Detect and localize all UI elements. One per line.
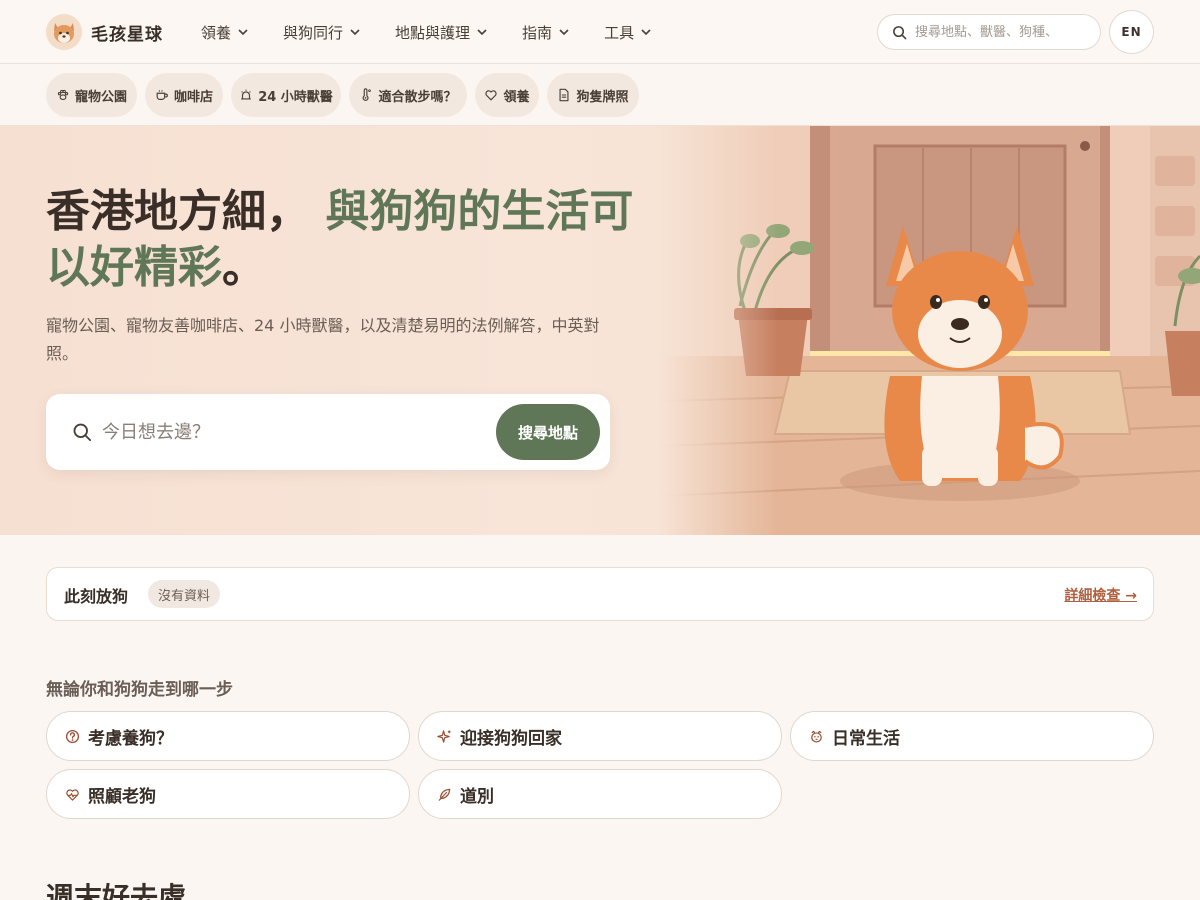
menu-item-label: 工具 bbox=[604, 23, 635, 42]
question-circle-icon bbox=[65, 729, 80, 743]
journey-senior-dog-care[interactable]: 照顧老狗 bbox=[46, 769, 410, 819]
main-menu: 領養 與狗同行 地點與護理 指南 工具 bbox=[201, 0, 652, 64]
siren-icon bbox=[241, 89, 251, 100]
chevron-down-icon bbox=[238, 29, 248, 36]
header-search-input[interactable] bbox=[915, 24, 1085, 40]
menu-item-label: 指南 bbox=[522, 23, 553, 42]
search-icon bbox=[73, 423, 92, 442]
header-search[interactable] bbox=[877, 14, 1101, 50]
top-navigation: 毛孩星球 領養 與狗同行 地點與護理 指南 工具 EN bbox=[0, 0, 1200, 64]
journey-label: 迎接狗狗回家 bbox=[460, 728, 562, 749]
journey-heading: 無論你和狗狗走到哪一步 bbox=[46, 680, 233, 700]
shiba-logo-icon bbox=[46, 14, 82, 50]
menu-item-tools[interactable]: 工具 bbox=[604, 22, 652, 43]
language-toggle-button[interactable]: EN bbox=[1109, 10, 1154, 54]
walk-status-title: 此刻放狗 bbox=[64, 587, 129, 606]
hero-search-box[interactable]: 搜尋地點 bbox=[46, 394, 610, 470]
brand[interactable]: 毛孩星球 bbox=[46, 13, 163, 51]
search-icon bbox=[893, 25, 907, 39]
hero-title-main: 香港地方細， bbox=[46, 186, 310, 237]
quick-link-label: 狗隻牌照 bbox=[576, 89, 629, 105]
menu-item-label: 地點與護理 bbox=[395, 23, 471, 42]
hero-search-input[interactable] bbox=[102, 421, 482, 443]
quick-link-cafes[interactable]: 咖啡店 bbox=[145, 73, 223, 117]
quick-link-24h-vets[interactable]: 24 小時獸醫 bbox=[231, 73, 341, 117]
hero-subtitle: 寵物公園、寵物友善咖啡店、24 小時獸醫，以及清楚易明的法例解答，中英對照。 bbox=[46, 316, 600, 363]
quick-link-pet-parks[interactable]: 寵物公園 bbox=[46, 73, 137, 117]
journey-label: 照顧老狗 bbox=[88, 786, 156, 807]
quick-link-walk-check[interactable]: 適合散步嗎？ bbox=[349, 73, 467, 117]
brand-name: 毛孩星球 bbox=[91, 24, 163, 45]
hero-title-end: 。 bbox=[222, 242, 266, 293]
quick-link-label: 寵物公園 bbox=[74, 89, 127, 105]
menu-item-adopt[interactable]: 領養 bbox=[201, 22, 249, 43]
journey-label: 日常生活 bbox=[832, 728, 900, 749]
quick-link-label: 24 小時獸醫 bbox=[258, 89, 333, 105]
feather-icon bbox=[438, 788, 451, 801]
sparkle-icon bbox=[437, 729, 451, 743]
shiba-doorway-illustration bbox=[660, 126, 1200, 535]
quick-links-bar: 寵物公園 咖啡店 24 小時獸醫 適合散步嗎？ 領養 狗隻牌照 bbox=[0, 65, 1200, 126]
quick-link-label: 領養 bbox=[503, 89, 530, 105]
menu-item-guides[interactable]: 指南 bbox=[522, 22, 570, 43]
paw-icon bbox=[57, 89, 69, 101]
hero-title: 香港地方細， 與狗狗的生活可以好精彩。 bbox=[46, 184, 646, 296]
document-icon bbox=[559, 88, 569, 102]
journey-considering-a-dog[interactable]: 考慮養狗？ bbox=[46, 711, 410, 761]
quick-link-label: 適合散步嗎？ bbox=[378, 89, 457, 105]
journey-welcome-home[interactable]: 迎接狗狗回家 bbox=[418, 711, 782, 761]
quick-link-dog-licence[interactable]: 狗隻牌照 bbox=[547, 73, 639, 117]
heart-pulse-icon bbox=[66, 788, 79, 801]
thermometer-icon bbox=[363, 88, 372, 101]
check-details-link[interactable]: 詳細檢查 → bbox=[1064, 585, 1137, 605]
journey-daily-life[interactable]: 日常生活 bbox=[790, 711, 1154, 761]
chevron-down-icon bbox=[559, 29, 569, 36]
menu-item-travel-with-dog[interactable]: 與狗同行 bbox=[283, 22, 361, 43]
menu-item-places-care[interactable]: 地點與護理 bbox=[395, 22, 488, 43]
quick-link-adopt[interactable]: 領養 bbox=[475, 73, 539, 117]
menu-item-label: 與狗同行 bbox=[283, 23, 344, 42]
dog-face-icon bbox=[811, 730, 822, 743]
quick-link-label: 咖啡店 bbox=[173, 89, 213, 105]
chevron-down-icon bbox=[641, 29, 651, 36]
heart-icon bbox=[485, 90, 498, 101]
chevron-down-icon bbox=[350, 29, 360, 36]
hero-section: 香港地方細， 與狗狗的生活可以好精彩。 寵物公園、寵物友善咖啡店、24 小時獸醫… bbox=[0, 126, 1200, 535]
journey-farewell[interactable]: 道別 bbox=[418, 769, 782, 819]
weekend-heading: 週末好去處 bbox=[46, 881, 187, 900]
status-badge: 沒有資料 bbox=[148, 580, 221, 608]
journey-label: 考慮養狗？ bbox=[88, 728, 173, 749]
journey-label: 道別 bbox=[460, 786, 494, 807]
coffee-cup-icon bbox=[156, 90, 168, 100]
search-places-button[interactable]: 搜尋地點 bbox=[496, 404, 600, 460]
walk-status-card: 此刻放狗 沒有資料 詳細檢查 → bbox=[46, 567, 1154, 621]
chevron-down-icon bbox=[477, 29, 487, 36]
menu-item-label: 領養 bbox=[201, 23, 232, 42]
